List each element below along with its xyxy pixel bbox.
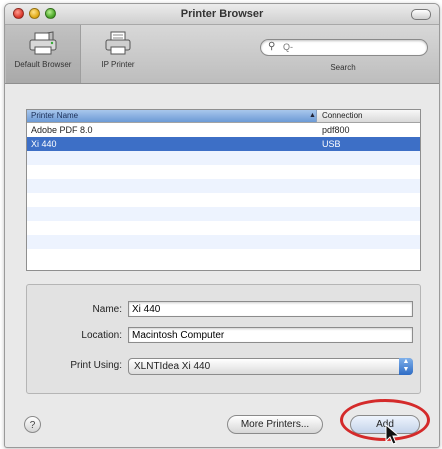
window-title: Printer Browser [180,8,264,20]
column-header-printer-name[interactable]: Printer Name [27,110,317,122]
connection-cell: pdf800 [322,125,350,135]
print-using-select[interactable]: XLNTIdea Xi 440 ▲ ▼ [128,358,413,375]
default-browser-label: Default Browser [14,60,72,69]
printer-name-cell: Xi 440 [31,139,57,149]
empty-row [27,235,420,249]
help-button[interactable]: ? [24,416,41,433]
print-using-value: XLNTIdea Xi 440 [134,361,211,372]
location-label: Location: [81,330,122,341]
table-row-selected[interactable]: Xi 440 USB [27,137,420,151]
printer-name-cell: Adobe PDF 8.0 [31,125,93,135]
printer-list[interactable]: Printer Name ▲ Connection Adobe PDF 8.0 … [26,109,421,271]
popup-arrows-icon: ▲ ▼ [399,358,413,375]
title-bar: Printer Browser [5,4,439,25]
location-field[interactable] [128,327,413,343]
empty-row [27,221,420,235]
search-label: Search [330,63,356,72]
empty-row [27,165,420,179]
printer-icon [29,31,57,55]
print-using-label: Print Using: [70,360,122,371]
column-header-connection[interactable]: Connection [322,110,362,122]
empty-row [27,193,420,207]
empty-row [27,207,420,221]
printer-browser-window: Printer Browser Default Browser IP Print… [4,3,440,448]
list-header: Printer Name ▲ Connection [27,110,420,123]
search-input[interactable] [283,41,421,53]
ip-printer-label: IP Printer [101,60,135,69]
empty-row [27,249,420,263]
search-field[interactable]: ⚲ [260,39,428,56]
printer-details-panel: Name: Location: Print Using: XLNTIdea Xi… [26,284,421,394]
toolbar-toggle-button[interactable] [411,9,431,20]
name-label: Name: [92,304,122,315]
ip-printer-tab[interactable]: IP Printer [83,25,153,83]
table-row[interactable]: Adobe PDF 8.0 pdf800 [27,123,420,137]
empty-row [27,179,420,193]
name-field[interactable] [128,301,413,317]
connection-cell: USB [322,139,341,149]
default-browser-tab[interactable]: Default Browser [5,25,81,83]
sort-indicator-icon: ▲ [309,112,316,119]
toolbar: Default Browser IP Printer ⚲ Search [5,25,439,84]
more-printers-button[interactable]: More Printers... [227,415,323,434]
search-icon: ⚲ [268,41,276,52]
empty-row [27,151,420,165]
mouse-cursor-icon [385,424,401,445]
ip-printer-icon [105,31,131,55]
